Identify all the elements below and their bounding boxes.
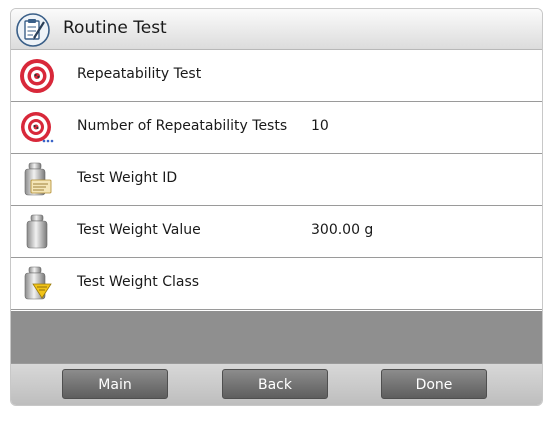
page-title: Routine Test [63,18,167,38]
button-bar: Main Back Done [11,363,542,405]
back-button[interactable]: Back [222,369,328,399]
weight-id-icon [24,162,52,196]
row-label: Number of Repeatability Tests [77,118,288,134]
row-value: 10 [311,118,329,134]
row-repeatability-test[interactable]: Repeatability Test [11,50,542,102]
row-test-weight-id[interactable]: Test Weight ID [11,154,542,206]
row-test-weight-value[interactable]: Test Weight Value 300.00 g [11,206,542,258]
weight-class-icon [24,266,52,300]
target-count-icon [21,112,54,143]
weight-icon [26,214,48,249]
row-label: Repeatability Test [77,66,202,82]
row-test-weight-class[interactable]: Test Weight Class [11,258,542,310]
routine-test-screen: Routine Test Repeatability Test Number o… [10,8,543,406]
empty-area [11,311,542,363]
title-bar: Routine Test [11,9,542,50]
main-button[interactable]: Main [62,369,168,399]
row-label: Test Weight Value [77,222,201,238]
row-number-of-repeatability-tests[interactable]: Number of Repeatability Tests 10 [11,102,542,154]
done-button[interactable]: Done [381,369,487,399]
row-label: Test Weight ID [77,170,178,186]
clipboard-pencil-icon [16,13,50,47]
row-value: 300.00 g [311,222,374,238]
target-icon [20,59,54,93]
row-label: Test Weight Class [77,274,200,290]
